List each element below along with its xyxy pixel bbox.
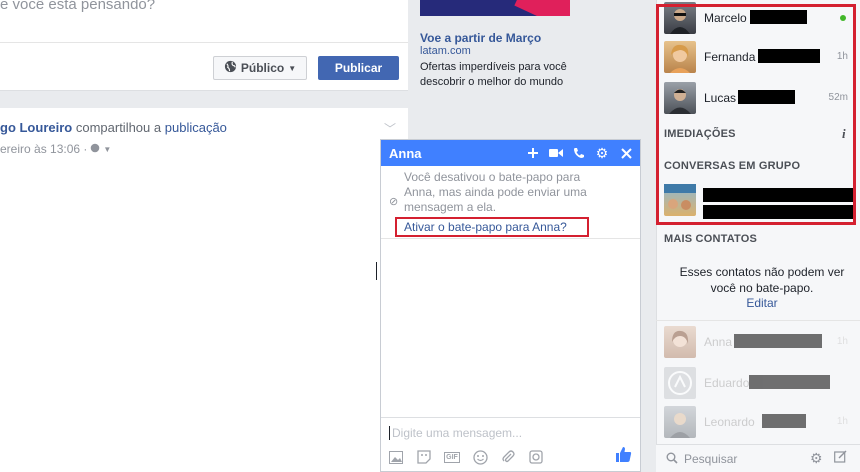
sidebar-divider bbox=[656, 320, 860, 321]
feed-post: go Loureiro compartilhou a publicação er… bbox=[0, 108, 408, 472]
gear-icon[interactable]: ⚙ bbox=[810, 450, 823, 467]
close-icon[interactable] bbox=[617, 144, 635, 162]
emoji-icon[interactable] bbox=[471, 448, 489, 466]
chat-disabled-icon: ⊘ bbox=[389, 196, 399, 208]
globe-icon bbox=[224, 60, 237, 76]
annotation-highlight-box bbox=[656, 4, 856, 225]
sidebar-search-input[interactable] bbox=[684, 452, 804, 466]
post-composer: e você está pensando? Público ▼ Publicar bbox=[0, 0, 408, 91]
post-author-link[interactable]: go Loureiro bbox=[0, 120, 72, 135]
add-friend-icon[interactable] bbox=[524, 144, 542, 162]
gear-icon[interactable]: ⚙ bbox=[593, 144, 611, 162]
post-timestamp[interactable]: ereiro às 13:06 · bbox=[0, 142, 87, 156]
enable-chat-link[interactable]: Ativar o bate-papo para Anna? bbox=[395, 217, 589, 237]
contact-item-anna[interactable]: Anna 1h bbox=[662, 324, 852, 362]
avatar bbox=[664, 406, 696, 438]
globe-icon bbox=[90, 142, 100, 156]
chat-title[interactable]: Anna bbox=[389, 146, 422, 161]
photo-icon[interactable] bbox=[387, 448, 405, 466]
post-header: go Loureiro compartilhou a publicação bbox=[0, 120, 227, 135]
thumbs-up-icon[interactable] bbox=[615, 446, 632, 468]
caret-down-icon: ▼ bbox=[288, 63, 297, 73]
gif-icon[interactable]: GIF bbox=[443, 448, 461, 466]
chat-divider bbox=[381, 238, 640, 239]
camera-icon[interactable] bbox=[527, 448, 545, 466]
post-meta: ereiro às 13:06 · ▼ bbox=[0, 142, 111, 156]
attachment-icon[interactable] bbox=[499, 448, 517, 466]
chat-disabled-notice: Você desativou o bate-papo para Anna, ma… bbox=[404, 170, 587, 214]
post-action-text: compartilhou a bbox=[75, 120, 162, 135]
contact-item-eduardo[interactable]: Eduardo bbox=[662, 365, 852, 403]
contact-item-leonardo[interactable]: Leonardo 1h bbox=[662, 404, 852, 442]
chat-message-input[interactable] bbox=[389, 426, 622, 440]
text-cursor bbox=[376, 262, 377, 280]
post-options-chevron-icon[interactable]: ﹀ bbox=[384, 120, 396, 137]
audience-label: Público bbox=[240, 61, 285, 75]
last-active-time: 1h bbox=[836, 416, 848, 427]
video-call-icon[interactable] bbox=[547, 144, 565, 162]
avatar bbox=[664, 367, 696, 399]
redaction-bar bbox=[749, 375, 830, 389]
chat-header[interactable]: Anna ⚙ bbox=[381, 140, 640, 166]
ad-description: Ofertas imperdíveis para você descobrir … bbox=[420, 61, 567, 88]
composer-divider bbox=[0, 42, 408, 43]
avatar bbox=[664, 326, 696, 358]
edit-link[interactable]: Editar bbox=[672, 296, 852, 310]
sidebar-search-bar: ⚙ bbox=[656, 444, 860, 472]
contact-name: Eduardo bbox=[704, 376, 750, 390]
new-message-icon[interactable] bbox=[834, 450, 847, 466]
contact-name: Anna bbox=[704, 335, 733, 349]
more-contacts-title: MAIS CONTATOS bbox=[664, 233, 758, 245]
ad-domain[interactable]: latam.com bbox=[420, 45, 471, 57]
last-active-time: 1h bbox=[836, 336, 848, 347]
phone-call-icon[interactable] bbox=[570, 144, 588, 162]
ad-title-link[interactable]: Voe a partir de Março bbox=[420, 31, 541, 45]
audience-selector-button[interactable]: Público ▼ bbox=[213, 56, 307, 80]
publish-button[interactable]: Publicar bbox=[318, 56, 399, 80]
more-contacts-note: Esses contatos não podem ver você no bat… bbox=[679, 265, 845, 295]
ad-image[interactable] bbox=[420, 0, 570, 16]
chat-divider bbox=[381, 417, 640, 418]
caret-down-icon[interactable]: ▼ bbox=[103, 145, 111, 154]
sticker-icon[interactable] bbox=[415, 448, 433, 466]
redaction-bar bbox=[734, 334, 822, 348]
chat-window: Anna ⚙ ⊘ Você desativou o bate-papo para… bbox=[380, 139, 641, 472]
post-target-link[interactable]: publicação bbox=[165, 120, 227, 135]
redaction-bar bbox=[762, 414, 806, 428]
search-icon bbox=[666, 452, 678, 467]
composer-placeholder[interactable]: e você está pensando? bbox=[0, 0, 155, 13]
contact-name: Leonardo bbox=[704, 415, 755, 429]
